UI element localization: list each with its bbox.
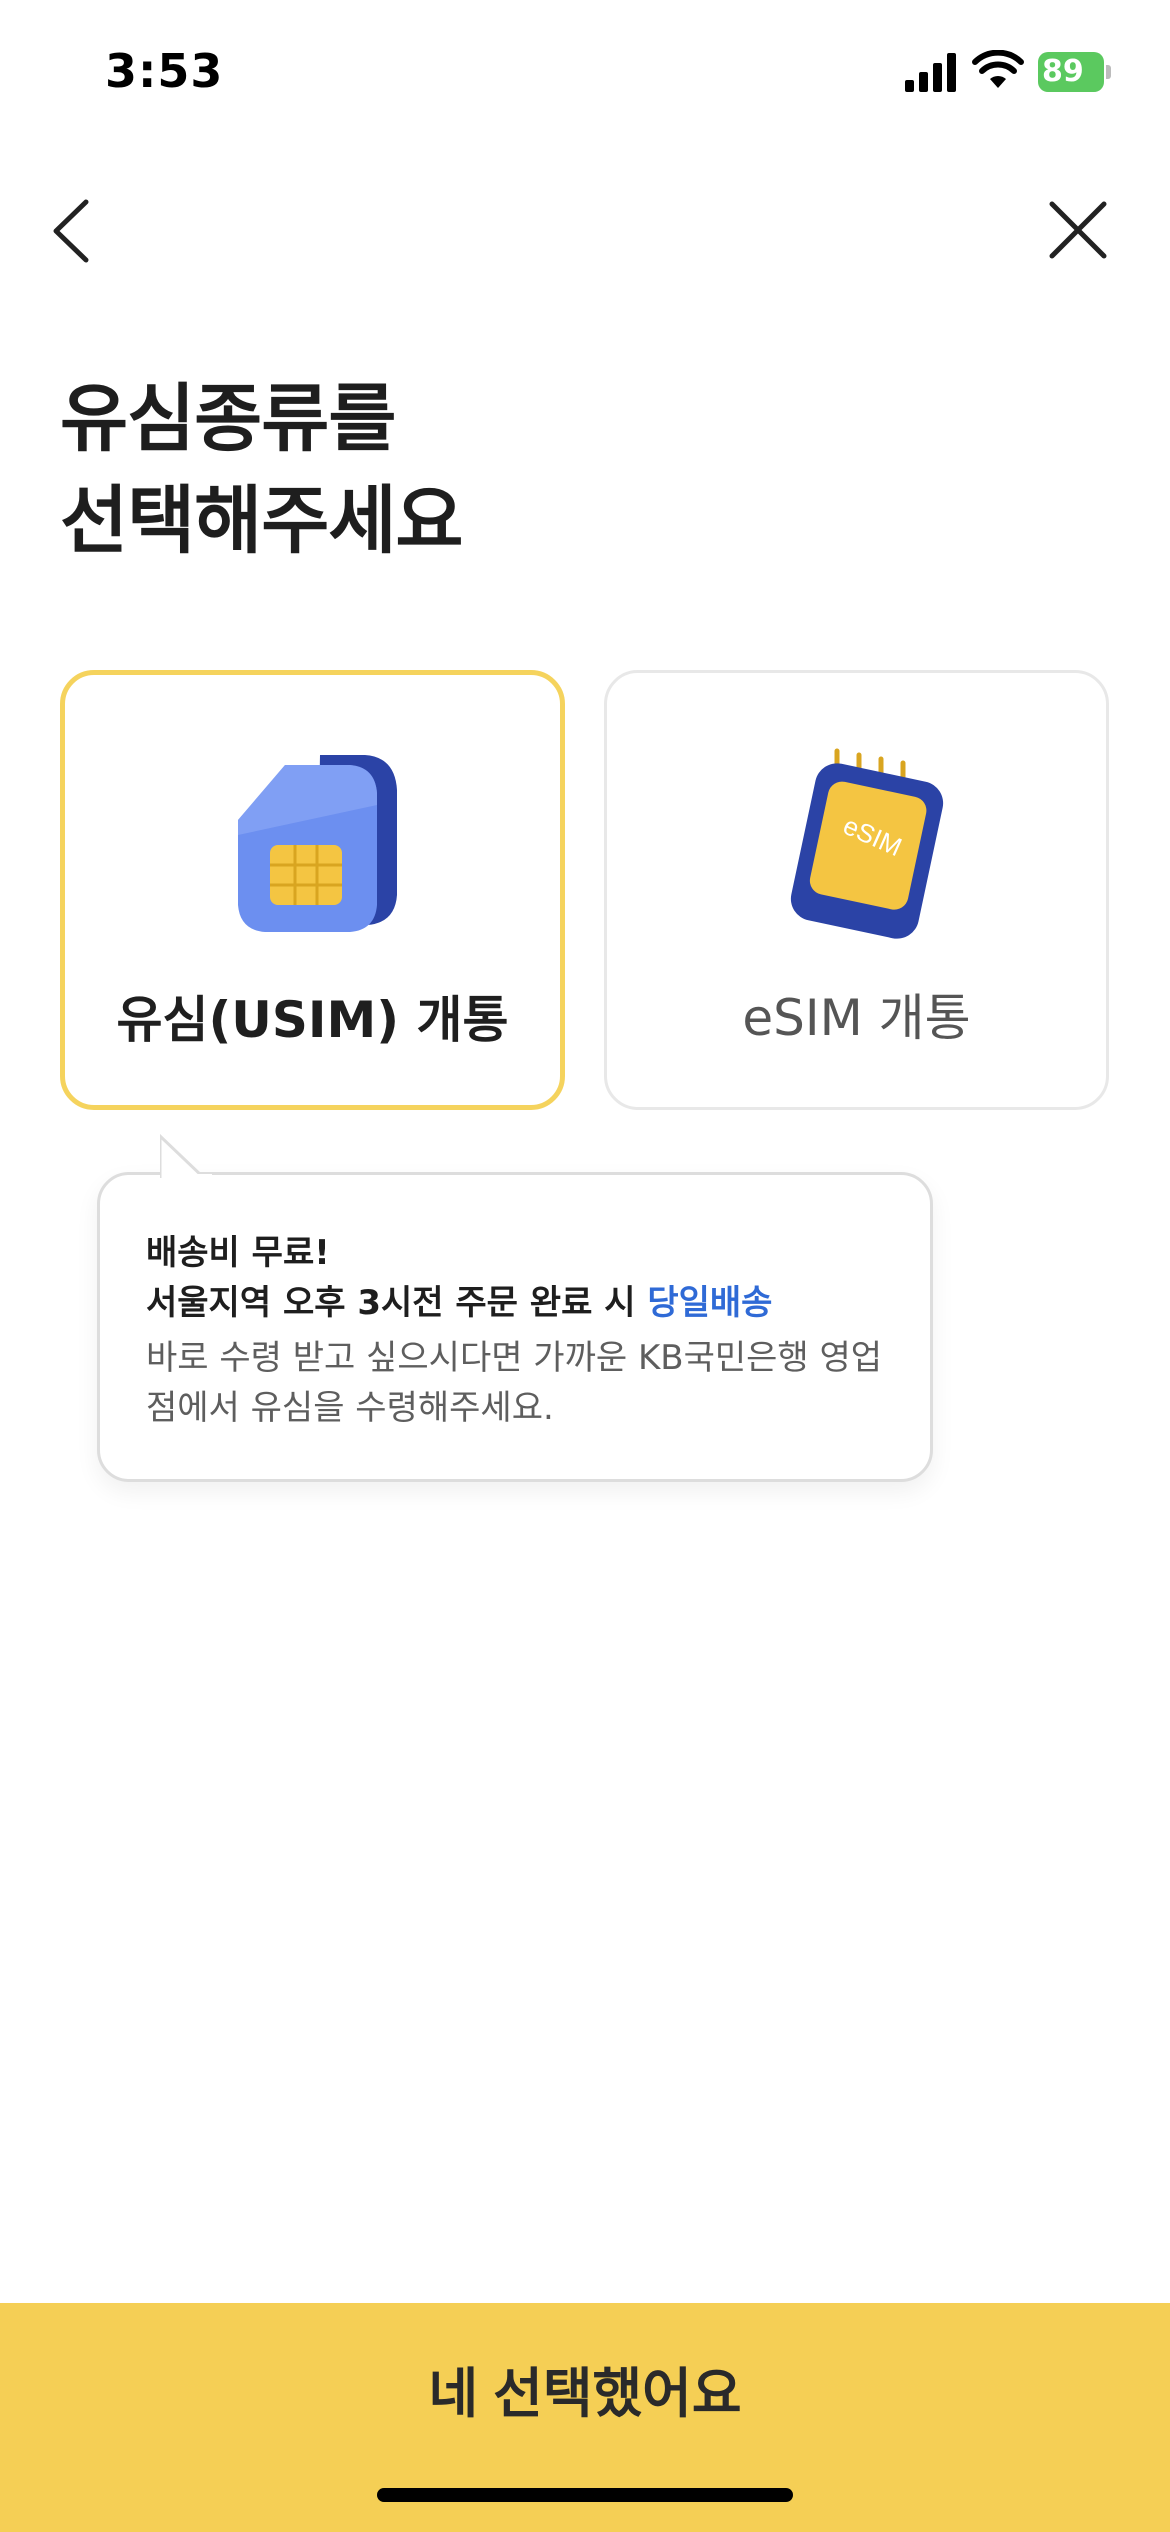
usim-card-icon bbox=[238, 755, 397, 932]
tooltip-tail bbox=[160, 1134, 212, 1178]
esim-option-card[interactable]: eSIM eSIM 개통 bbox=[604, 670, 1109, 1110]
battery-icon: 89 bbox=[1038, 52, 1112, 92]
esim-option-label: eSIM 개통 bbox=[742, 989, 971, 1047]
confirm-button-label: 네 선택했어요 bbox=[428, 2364, 742, 2424]
page-title: 유심종류를 선택해주세요 bbox=[60, 368, 463, 572]
battery-cap bbox=[1106, 65, 1111, 79]
delivery-tooltip: 배송비 무료! 서울지역 오후 3시전 주문 완료 시 당일배송 바로 수령 받… bbox=[97, 1134, 933, 1482]
tooltip-same-day-highlight: 당일배송 bbox=[647, 1283, 773, 1323]
battery-body: 89 bbox=[1038, 52, 1104, 92]
close-icon[interactable] bbox=[1048, 200, 1108, 260]
home-indicator bbox=[377, 2488, 793, 2502]
usim-option-label: 유심(USIM) 개통 bbox=[116, 991, 509, 1049]
status-time: 3:53 bbox=[105, 44, 224, 98]
chevron-left-icon[interactable] bbox=[48, 196, 98, 266]
title-line-2: 선택해주세요 bbox=[60, 478, 463, 564]
signal-icon bbox=[905, 53, 956, 92]
tooltip-delivery-info: 서울지역 오후 3시전 주문 완료 시 당일배송 bbox=[146, 1275, 772, 1324]
tooltip-delivery-prefix: 서울지역 오후 3시전 주문 완료 시 bbox=[146, 1283, 648, 1323]
wifi-icon bbox=[972, 50, 1024, 88]
title-line-1: 유심종류를 bbox=[60, 376, 396, 462]
esim-chip-icon: eSIM bbox=[790, 748, 944, 939]
usim-option-card[interactable]: 유심(USIM) 개통 bbox=[60, 670, 565, 1110]
status-bar: 3:53 89 bbox=[0, 0, 1170, 150]
tooltip-description: 바로 수령 받고 싶으시다면 가까운 KB국민은행 영업점에서 유심을 수령해주… bbox=[146, 1338, 883, 1428]
battery-level: 89 bbox=[1042, 54, 1084, 89]
tooltip-headline: 배송비 무료! bbox=[146, 1233, 330, 1273]
